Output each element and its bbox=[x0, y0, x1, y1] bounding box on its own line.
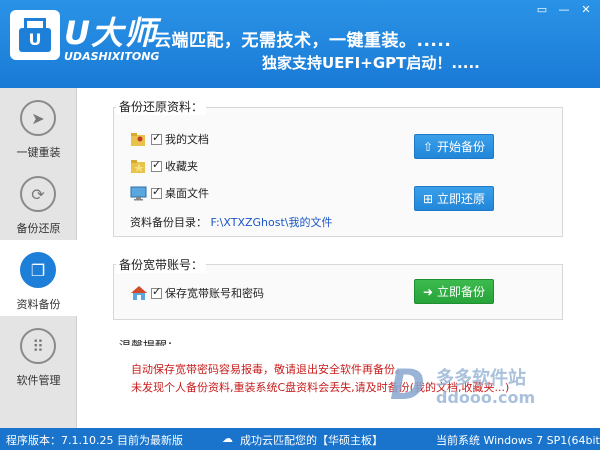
checkbox[interactable] bbox=[151, 131, 162, 145]
app-subtitle: UDASHIXITONG bbox=[64, 50, 160, 63]
backup-item-desktop[interactable]: 桌面文件 bbox=[130, 185, 209, 201]
checkbox[interactable] bbox=[151, 158, 162, 172]
sidebar-item-label: 备份还原 bbox=[16, 222, 61, 235]
close-icon[interactable]: ✕ bbox=[578, 3, 594, 17]
restore-now-button[interactable]: ⊞ 立即还原 bbox=[414, 186, 494, 211]
grid-icon: ⠿ bbox=[20, 328, 56, 364]
backup-dir-path[interactable]: F:\XTXZGhost\我的文件 bbox=[211, 216, 333, 229]
windows-icon: ⊞ bbox=[422, 191, 434, 206]
app-header: U U大师 UDASHIXITONG 云端匹配，无需技术，一键重装。..... … bbox=[0, 0, 600, 88]
backup-dir-label: 资料备份目录： bbox=[130, 216, 207, 229]
notice-line-1: 自动保存宽带密码容易报毒，敬请退出安全软件再备份。 bbox=[131, 363, 406, 376]
window-controls: ▭ — ✕ bbox=[534, 3, 594, 17]
minimize-icon[interactable]: — bbox=[556, 3, 572, 17]
broadband-group-title: 备份宽带账号： bbox=[116, 256, 207, 273]
broadband-item[interactable]: 保存宽带账号和密码 bbox=[130, 285, 264, 301]
broadband-item-label: 保存宽带账号和密码 bbox=[165, 287, 264, 300]
backup-item-documents[interactable]: 我的文档 bbox=[130, 131, 209, 147]
slogan-line-2: 独家支持UEFI+GPT启动！..... bbox=[262, 54, 480, 72]
backup-item-label: 桌面文件 bbox=[165, 187, 209, 200]
slogan-line-1: 云端匹配，无需技术，一键重装。..... bbox=[154, 31, 452, 51]
app-title: U大师 bbox=[64, 14, 157, 52]
sidebar-item-backup-restore[interactable]: ⟳ 备份还原 bbox=[0, 164, 77, 240]
backup-item-label: 我的文档 bbox=[165, 133, 209, 146]
version-text: 程序版本：7.1.10.25 目前为最新版 bbox=[6, 434, 183, 447]
backup-now-button[interactable]: ➜ 立即备份 bbox=[414, 279, 494, 304]
sidebar-item-software[interactable]: ⠿ 软件管理 bbox=[0, 316, 77, 392]
favorites-folder-icon bbox=[131, 160, 145, 173]
status-bar: 程序版本：7.1.10.25 目前为最新版 ☁ 成功云匹配您的【华硕主板】 当前… bbox=[0, 428, 600, 450]
start-backup-button[interactable]: ⇧ 开始备份 bbox=[414, 134, 494, 159]
sidebar-item-label: 一键重装 bbox=[16, 146, 61, 159]
watermark-text-2: ddooo.com bbox=[436, 388, 536, 407]
cloud-match-text: 成功云匹配您的【华硕主板】 bbox=[240, 434, 383, 447]
watermark-logo-icon: D bbox=[390, 360, 425, 409]
backup-icon: ⇧ bbox=[422, 139, 434, 154]
sidebar-item-label: 软件管理 bbox=[16, 374, 61, 387]
checkbox[interactable] bbox=[151, 285, 162, 299]
cursor-icon: ➤ bbox=[20, 100, 56, 136]
arrow-right-icon: ➜ bbox=[422, 284, 434, 299]
copy-icon: ❐ bbox=[20, 252, 56, 288]
watermark-text-1: 多多软件站 bbox=[436, 368, 526, 389]
sidebar-item-data-backup[interactable]: ❐ 资料备份 bbox=[0, 240, 77, 316]
backup-item-favorites[interactable]: 收藏夹 bbox=[130, 158, 198, 174]
sidebar-item-reinstall[interactable]: ➤ 一键重装 bbox=[0, 88, 77, 164]
backup-dir-row: 资料备份目录： F:\XTXZGhost\我的文件 bbox=[130, 214, 333, 230]
network-home-icon bbox=[131, 286, 147, 300]
system-text: 当前系统 Windows 7 SP1(64bit) bbox=[436, 434, 600, 447]
desktop-icon bbox=[130, 186, 147, 201]
sidebar: ➤ 一键重装 ⟳ 备份还原 ❐ 资料备份 ⠿ 软件管理 bbox=[0, 88, 77, 428]
cloud-icon: ☁ bbox=[222, 432, 233, 445]
user-folder-icon bbox=[131, 133, 145, 146]
restore-window-icon[interactable]: ▭ bbox=[534, 3, 550, 17]
sidebar-item-label: 资料备份 bbox=[16, 298, 61, 311]
usb-logo-icon: U bbox=[10, 10, 60, 60]
checkbox[interactable] bbox=[151, 185, 162, 199]
backup-item-label: 收藏夹 bbox=[165, 160, 198, 173]
backup-group-title: 备份还原资料： bbox=[116, 98, 207, 115]
refresh-icon: ⟳ bbox=[20, 176, 56, 212]
